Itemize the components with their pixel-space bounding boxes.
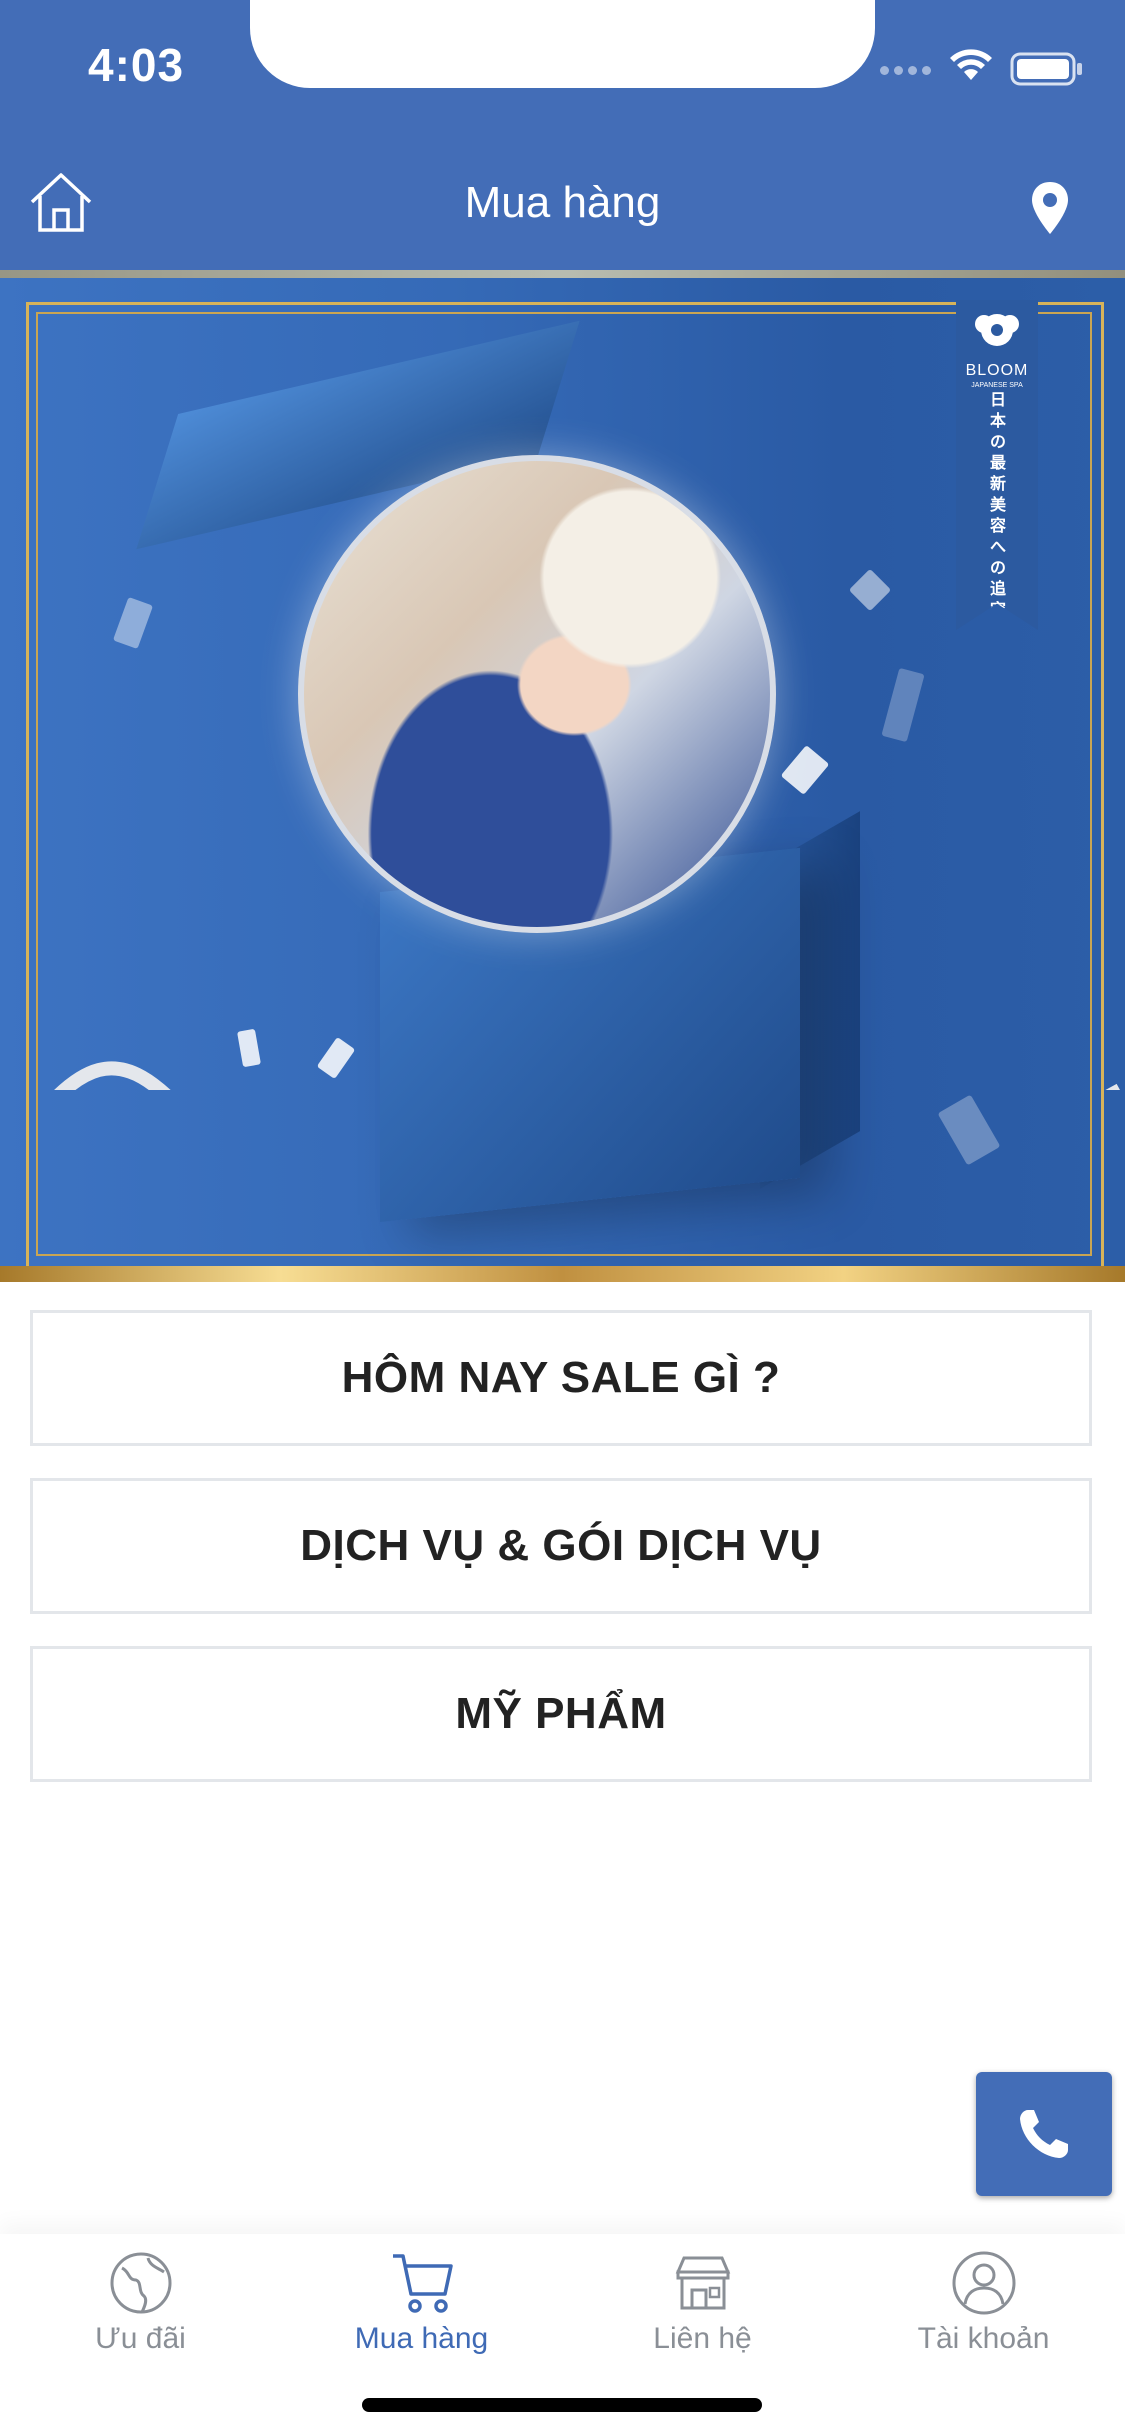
promo-banner[interactable]: BLOOM JAPANESE SPA 日本の最新美容への追究: [0, 270, 1125, 1282]
silver-ribbon: [54, 1061, 1120, 1090]
cellular-signal-icon: [880, 62, 936, 80]
call-button[interactable]: [976, 2072, 1112, 2196]
home-indicator: [362, 2398, 762, 2412]
cosmetics-button[interactable]: MỸ PHẨM: [30, 1646, 1092, 1782]
banner-bottom-border: [0, 1266, 1125, 1282]
tab-account[interactable]: Tài khoản: [843, 2250, 1124, 2356]
globe-icon: [110, 2252, 171, 2314]
location-pin-icon[interactable]: [1030, 180, 1070, 236]
tab-label: Ưu đãi: [95, 2322, 186, 2355]
device-notch: [250, 0, 875, 88]
battery-icon: [1010, 52, 1082, 86]
store-icon: [675, 2256, 730, 2310]
tab-label: Tài khoản: [917, 2322, 1050, 2355]
brand-subtitle: JAPANESE SPA: [971, 382, 1023, 389]
brand-name: BLOOM: [965, 362, 1029, 379]
status-time: 4:03: [88, 39, 185, 91]
brand-tagline-vertical: 日本の最新美容への追究: [989, 392, 1006, 619]
cart-icon: [392, 2254, 453, 2313]
sale-today-button[interactable]: HÔM NAY SALE GÌ ?: [30, 1310, 1092, 1446]
tab-label: Liên hệ: [653, 2322, 752, 2355]
wifi-icon: [950, 49, 992, 80]
tab-contact[interactable]: Liên hệ: [562, 2250, 843, 2356]
bloom-flower-logo: [975, 314, 1019, 346]
banner-top-border: [0, 270, 1125, 278]
user-icon: [952, 2251, 1015, 2315]
services-button[interactable]: DỊCH VỤ & GÓI DỊCH VỤ: [30, 1478, 1092, 1614]
brand-ribbon: BLOOM JAPANESE SPA 日本の最新美容への追究: [956, 300, 1038, 630]
page-title: Mua hàng: [464, 178, 661, 227]
tab-label: Mua hàng: [354, 2322, 489, 2355]
phone-icon: [1020, 2110, 1068, 2158]
status-bar: 4:03: [0, 0, 1125, 91]
tab-promotions[interactable]: Ưu đãi: [0, 2250, 281, 2356]
navigation-bar: Mua hàng: [0, 90, 1125, 270]
tab-shopping[interactable]: Mua hàng: [281, 2250, 562, 2356]
